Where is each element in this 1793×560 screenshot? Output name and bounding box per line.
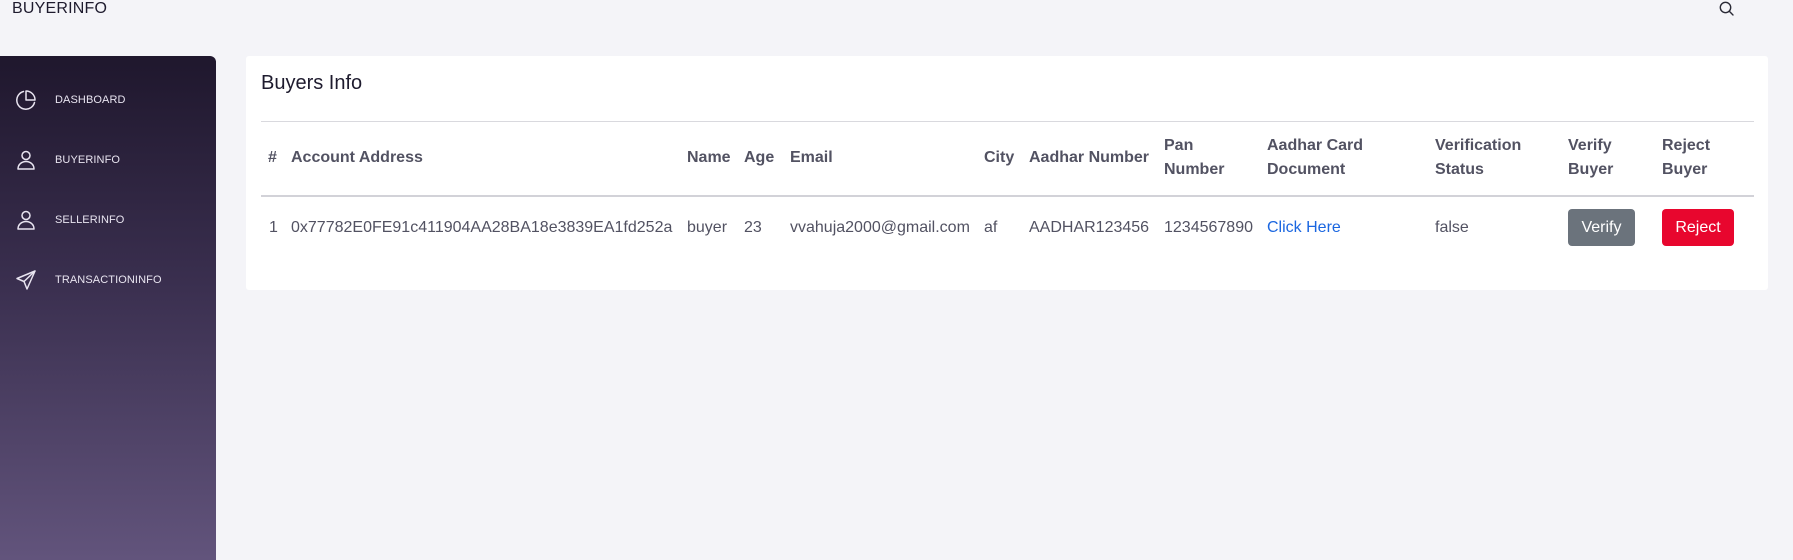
header-line: Document — [1267, 161, 1346, 178]
header-line: Number — [1164, 161, 1225, 178]
column-header-verify-buyer: Verify Buyer — [1568, 134, 1613, 182]
sidebar-item-label: TRANSACTIONINFO — [55, 274, 162, 286]
card-title: Buyers Info — [261, 72, 363, 94]
column-header-name: Name — [687, 149, 731, 166]
sidebar-item-label: SELLERINFO — [55, 214, 125, 226]
search-icon[interactable] — [1718, 0, 1736, 18]
cell-age: 23 — [744, 219, 762, 236]
cell-city: af — [984, 219, 998, 236]
sidebar-item-buyerinfo[interactable]: BUYERINFO — [0, 140, 216, 180]
header-line: Verify — [1568, 137, 1612, 154]
sidebar-item-dashboard[interactable]: DASHBOARD — [0, 80, 216, 120]
sidebar-item-sellerinfo[interactable]: SELLERINFO — [0, 200, 216, 240]
document-link[interactable]: Click Here — [1267, 216, 1341, 240]
column-header-reject-buyer: Reject Buyer — [1662, 134, 1710, 182]
column-header-pan-number: Pan Number — [1164, 134, 1224, 182]
header-line: Buyer — [1662, 161, 1708, 178]
header-line: Verification — [1435, 137, 1522, 154]
column-header-aadhar-number: Aadhar Number — [1029, 149, 1150, 166]
column-header-email: Email — [790, 149, 833, 166]
buyers-info-card: Buyers Info # Account Address Name Age E… — [246, 56, 1768, 290]
header-line: Pan — [1164, 137, 1194, 154]
header-divider — [261, 195, 1754, 197]
cell-verification-status: false — [1435, 219, 1469, 236]
divider — [261, 121, 1754, 122]
cell-email: vvahuja2000@gmail.com — [790, 219, 970, 236]
sidebar-item-transactioninfo[interactable]: TRANSACTIONINFO — [0, 260, 216, 300]
top-bar: BUYERINFO — [0, 0, 1793, 40]
sidebar: DASHBOARD BUYERINFO SELLERINFO TRANSACTI… — [0, 56, 216, 560]
header-line: Aadhar Card — [1267, 137, 1364, 154]
user-icon — [14, 148, 38, 172]
sidebar-item-label: DASHBOARD — [55, 94, 126, 106]
cell-name: buyer — [687, 219, 728, 236]
header-line: Status — [1435, 161, 1484, 178]
cell-pan-number: 1234567890 — [1164, 219, 1253, 236]
header-line: Reject — [1662, 137, 1711, 154]
column-header-account-address: Account Address — [291, 149, 423, 166]
column-header-aadhar-card-document: Aadhar Card Document — [1267, 134, 1363, 182]
send-icon — [14, 268, 38, 292]
cell-index: 1 — [269, 219, 278, 236]
pie-chart-icon — [14, 88, 38, 112]
column-header-city: City — [984, 149, 1015, 166]
header-line: Buyer — [1568, 161, 1614, 178]
column-header-index: # — [268, 149, 277, 166]
verify-button[interactable]: Verify — [1568, 209, 1635, 246]
sidebar-item-label: BUYERINFO — [55, 154, 121, 166]
reject-button[interactable]: Reject — [1662, 209, 1734, 246]
cell-account-address: 0x77782E0FE91c411904AA28BA18e3839EA1fd25… — [291, 219, 673, 236]
user-icon — [14, 208, 38, 232]
column-header-age: Age — [744, 149, 775, 166]
page-title: BUYERINFO — [12, 0, 108, 17]
column-header-verification-status: Verification Status — [1435, 134, 1521, 182]
cell-aadhar-number: AADHAR123456 — [1029, 219, 1150, 236]
